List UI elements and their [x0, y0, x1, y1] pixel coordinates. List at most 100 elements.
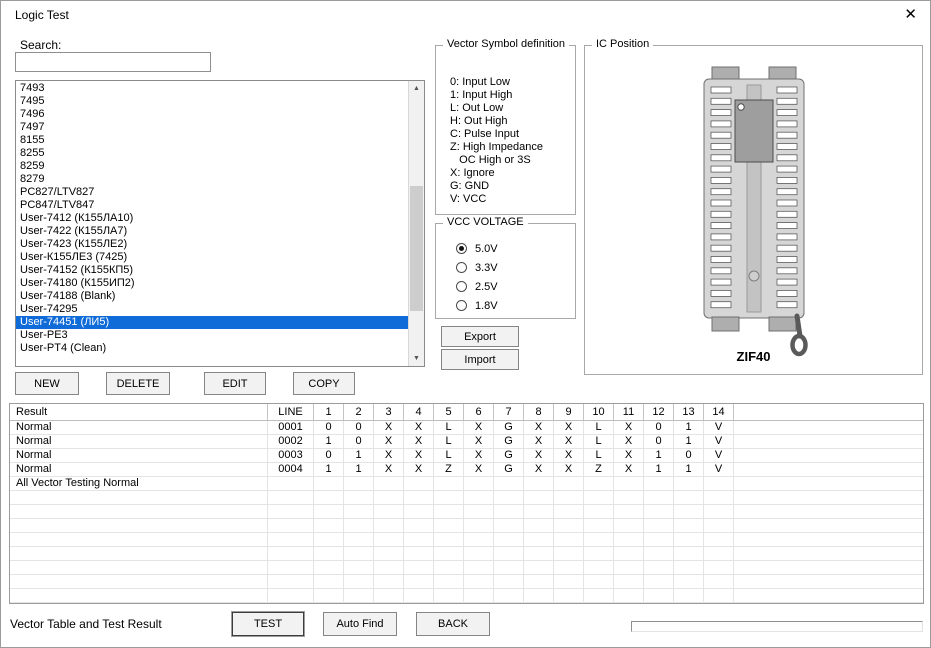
table-row[interactable]	[10, 561, 923, 575]
vector-cell	[704, 477, 734, 490]
ic-position-groupbox: IC Position	[584, 45, 923, 375]
vector-cell	[674, 547, 704, 560]
vector-cell: 0	[644, 435, 674, 448]
import-button[interactable]: Import	[441, 349, 519, 370]
vector-cell: 0	[344, 421, 374, 434]
vector-cell: 1	[644, 463, 674, 476]
vector-cell	[314, 589, 344, 602]
list-item[interactable]: 7497	[16, 121, 408, 134]
list-item[interactable]: User-74295	[16, 303, 408, 316]
socket-slot	[711, 200, 731, 206]
scroll-down-icon[interactable]: ▼	[409, 351, 424, 366]
new-button[interactable]: NEW	[15, 372, 79, 395]
list-item[interactable]: 7495	[16, 95, 408, 108]
radio-icon[interactable]	[456, 281, 467, 292]
table-row[interactable]	[10, 505, 923, 519]
list-item[interactable]: User-74180 (К155ИП2)	[16, 277, 408, 290]
scroll-up-icon[interactable]: ▲	[409, 81, 424, 96]
socket-slot	[777, 177, 797, 183]
table-row[interactable]: Normal000301XXLXGXXLX10V	[10, 449, 923, 463]
header-cell: 12	[644, 404, 674, 420]
vector-cell: X	[554, 449, 584, 462]
list-item[interactable]: User-74152 (К155КП5)	[16, 264, 408, 277]
vcc-option-1.8V[interactable]: 1.8V	[456, 296, 498, 315]
table-row[interactable]	[10, 589, 923, 603]
list-item[interactable]: 7493	[16, 82, 408, 95]
list-item[interactable]: 8255	[16, 147, 408, 160]
vector-cell	[644, 519, 674, 532]
vector-cell	[344, 589, 374, 602]
vcc-option-5.0V[interactable]: 5.0V	[456, 239, 498, 258]
list-item[interactable]: User-74451 (ЛИ5)	[16, 316, 408, 329]
list-item[interactable]: PC827/LTV827	[16, 186, 408, 199]
vector-cell	[494, 547, 524, 560]
table-row[interactable]	[10, 491, 923, 505]
delete-button[interactable]: DELETE	[106, 372, 170, 395]
table-row[interactable]: Normal000100XXLXGXXLX01V	[10, 421, 923, 435]
table-row[interactable]	[10, 519, 923, 533]
table-header-row: ResultLINE1234567891011121314	[10, 404, 923, 421]
test-button[interactable]: TEST	[232, 612, 304, 636]
list-item[interactable]: User-7423 (К155ЛЕ2)	[16, 238, 408, 251]
list-item[interactable]: 8155	[16, 134, 408, 147]
list-item[interactable]: PC847/LTV847	[16, 199, 408, 212]
list-item[interactable]: 7496	[16, 108, 408, 121]
vector-cell	[524, 589, 554, 602]
vector-cell	[464, 575, 494, 588]
table-row[interactable]	[10, 575, 923, 589]
list-item[interactable]: User-PT4 (Clean)	[16, 342, 408, 355]
vector-cell	[434, 547, 464, 560]
vector-symbol-line: L: Out Low	[450, 102, 571, 115]
table-row[interactable]: Normal000210XXLXGXXLX01V	[10, 435, 923, 449]
list-item[interactable]: User-7422 (К155ЛА7)	[16, 225, 408, 238]
radio-icon[interactable]	[456, 243, 467, 254]
vector-cell: V	[704, 463, 734, 476]
auto-find-button[interactable]: Auto Find	[323, 612, 397, 636]
vector-cell: 0	[644, 421, 674, 434]
table-row[interactable]: All Vector Testing Normal	[10, 477, 923, 491]
back-button[interactable]: BACK	[416, 612, 490, 636]
socket-slot	[777, 98, 797, 104]
vcc-option-label: 2.5V	[475, 281, 498, 293]
socket-slot	[711, 155, 731, 161]
list-item[interactable]: User-PE3	[16, 329, 408, 342]
table-row[interactable]	[10, 547, 923, 561]
vector-cell: G	[494, 421, 524, 434]
line-cell	[268, 589, 314, 602]
header-cell: 13	[674, 404, 704, 420]
line-cell: 0004	[268, 463, 314, 476]
list-item[interactable]: User-74188 (Blank)	[16, 290, 408, 303]
vcc-option-3.3V[interactable]: 3.3V	[456, 258, 498, 277]
copy-button[interactable]: COPY	[293, 372, 355, 395]
close-icon[interactable]: ✕	[904, 6, 917, 24]
table-row[interactable]	[10, 533, 923, 547]
row-filler	[734, 463, 923, 476]
vector-cell	[374, 561, 404, 574]
radio-icon[interactable]	[456, 262, 467, 273]
vector-symbol-line: OC High or 3S	[450, 154, 571, 167]
vector-cell	[344, 519, 374, 532]
vector-cell	[464, 561, 494, 574]
list-item[interactable]: User-7412 (К155ЛА10)	[16, 212, 408, 225]
radio-icon[interactable]	[456, 300, 467, 311]
vector-symbol-line: C: Pulse Input	[450, 128, 571, 141]
list-item[interactable]: 8279	[16, 173, 408, 186]
search-input[interactable]	[15, 52, 211, 72]
table-row[interactable]: Normal000411XXZXGXXZX11V	[10, 463, 923, 477]
export-button[interactable]: Export	[441, 326, 519, 347]
list-item[interactable]: User-К155ЛЕ3 (7425)	[16, 251, 408, 264]
vector-cell	[374, 533, 404, 546]
list-item[interactable]: 8259	[16, 160, 408, 173]
edit-button[interactable]: EDIT	[204, 372, 266, 395]
vector-cell	[554, 477, 584, 490]
vector-symbol-line: V: VCC	[450, 193, 571, 206]
scroll-thumb[interactable]	[410, 186, 423, 311]
vcc-option-label: 1.8V	[475, 300, 498, 312]
vector-cell	[614, 519, 644, 532]
list-scrollbar[interactable]: ▲ ▼	[408, 81, 424, 366]
vcc-option-label: 3.3V	[475, 262, 498, 274]
vector-cell	[404, 477, 434, 490]
vector-cell	[344, 505, 374, 518]
vector-cell: X	[614, 435, 644, 448]
vcc-option-2.5V[interactable]: 2.5V	[456, 277, 498, 296]
